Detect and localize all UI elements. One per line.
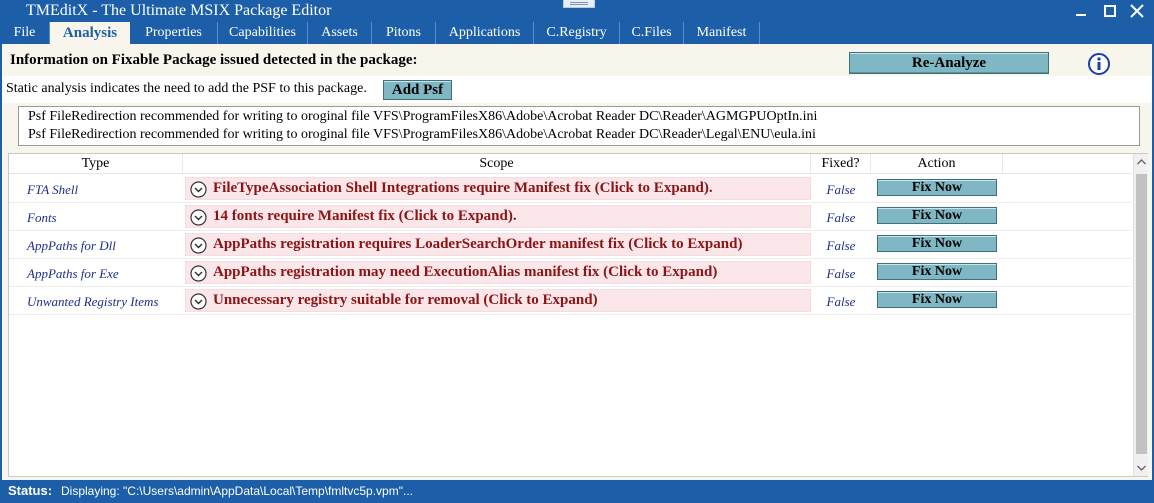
info-icon[interactable] — [1088, 53, 1110, 75]
chevron-down-icon[interactable] — [190, 293, 207, 310]
list-item: Psf FileRedirection recommended for writ… — [28, 127, 816, 142]
row-fixed: False — [826, 294, 856, 309]
row-scope-text: AppPaths registration may need Execution… — [213, 264, 718, 280]
row-type: Fonts — [27, 210, 57, 225]
tab-capabilities[interactable]: Capabilities — [218, 22, 308, 44]
row-scope-text: AppPaths registration requires LoaderSea… — [213, 236, 743, 252]
maximize-icon — [1104, 5, 1116, 17]
fix-now-button[interactable]: Fix Now — [877, 263, 997, 280]
status-text: Displaying: "C:\Users\admin\AppData\Loca… — [61, 484, 413, 498]
list-item: Psf FileRedirection recommended for writ… — [28, 109, 818, 124]
tab-c-registry[interactable]: C.Registry — [534, 22, 620, 44]
minimize-icon — [1076, 14, 1086, 16]
row-type: FTA Shell — [27, 182, 79, 197]
table-row[interactable]: AppPaths for Dll AppPaths registration r… — [9, 231, 1131, 259]
analysis-panel: Information on Fixable Package issued de… — [2, 44, 1152, 480]
table-row[interactable]: AppPaths for Exe AppPaths registration m… — [9, 259, 1131, 287]
column-header-fixed[interactable]: Fixed? — [811, 154, 871, 174]
chevron-down-icon[interactable] — [190, 265, 207, 282]
close-button[interactable] — [1124, 0, 1150, 22]
tab-bar: File Analysis Properties Capabilities As… — [0, 22, 1154, 44]
tab-pitons[interactable]: Pitons — [372, 22, 436, 44]
add-psf-button[interactable]: Add Psf — [383, 80, 452, 100]
psf-recommendation-list[interactable]: Psf FileRedirection recommended for writ… — [18, 106, 1140, 146]
chevron-down-icon[interactable] — [190, 181, 207, 198]
row-type: Unwanted Registry Items — [27, 294, 159, 309]
window-title: TMEditX - The Ultimate MSIX Package Edit… — [26, 2, 332, 19]
row-fixed: False — [826, 210, 856, 225]
row-scope-text: FileTypeAssociation Shell Integrations r… — [213, 180, 713, 196]
chevron-down-icon[interactable] — [190, 209, 207, 226]
row-scope[interactable]: AppPaths registration may need Execution… — [185, 261, 811, 284]
tab-assets[interactable]: Assets — [308, 22, 372, 44]
row-scope-text: Unnecessary registry suitable for remova… — [213, 292, 598, 308]
row-scope[interactable]: 14 fonts require Manifest fix (Click to … — [185, 205, 811, 228]
row-scope[interactable]: Unnecessary registry suitable for remova… — [185, 289, 811, 312]
maximize-button[interactable] — [1096, 0, 1122, 22]
minimize-button[interactable] — [1068, 0, 1094, 22]
table-row[interactable]: Unwanted Registry Items Unnecessary regi… — [9, 287, 1131, 315]
row-scope[interactable]: AppPaths registration requires LoaderSea… — [185, 233, 811, 256]
fix-now-button[interactable]: Fix Now — [877, 235, 997, 252]
fix-now-button[interactable]: Fix Now — [877, 291, 997, 308]
table-row[interactable]: FTA Shell FileTypeAssociation Shell Inte… — [9, 175, 1131, 203]
fix-now-button[interactable]: Fix Now — [877, 207, 997, 224]
status-bar: Status: Displaying: "C:\Users\admin\AppD… — [0, 480, 1154, 503]
tab-file[interactable]: File — [0, 22, 50, 44]
fixups-grid: Type Scope Fixed? Action FTA Shell FileT… — [8, 153, 1148, 477]
static-analysis-row: Static analysis indicates the need to ad… — [2, 76, 1152, 103]
column-header-type[interactable]: Type — [9, 154, 183, 174]
row-scope[interactable]: FileTypeAssociation Shell Integrations r… — [185, 177, 811, 200]
info-heading: Information on Fixable Package issued de… — [10, 52, 418, 68]
tab-properties[interactable]: Properties — [130, 22, 218, 44]
column-header-action[interactable]: Action — [871, 154, 1003, 174]
tab-analysis[interactable]: Analysis — [50, 22, 130, 44]
vertical-scrollbar[interactable] — [1133, 154, 1148, 476]
close-icon — [1130, 4, 1144, 18]
table-row[interactable]: Fonts 14 fonts require Manifest fix (Cli… — [9, 203, 1131, 231]
chevron-down-icon[interactable] — [190, 237, 207, 254]
row-fixed: False — [826, 266, 856, 281]
scroll-up-icon[interactable] — [1134, 154, 1149, 170]
status-label: Status: — [8, 483, 53, 498]
column-header-scope[interactable]: Scope — [183, 154, 811, 174]
drag-grip-icon[interactable] — [563, 0, 595, 8]
scroll-down-icon[interactable] — [1134, 460, 1149, 476]
scrollbar-thumb[interactable] — [1136, 174, 1147, 454]
fix-now-button[interactable]: Fix Now — [877, 179, 997, 196]
title-bar: TMEditX - The Ultimate MSIX Package Edit… — [0, 0, 1154, 22]
row-type: AppPaths for Dll — [27, 238, 116, 253]
row-type: AppPaths for Exe — [27, 266, 119, 281]
row-fixed: False — [826, 182, 856, 197]
info-header: Information on Fixable Package issued de… — [2, 44, 1152, 75]
static-analysis-text: Static analysis indicates the need to ad… — [6, 81, 367, 96]
tab-manifest[interactable]: Manifest — [684, 22, 760, 44]
tab-applications[interactable]: Applications — [436, 22, 534, 44]
grid-header: Type Scope Fixed? Action — [9, 154, 1131, 174]
tab-c-files[interactable]: C.Files — [620, 22, 684, 44]
re-analyze-button[interactable]: Re-Analyze — [849, 52, 1049, 74]
row-fixed: False — [826, 238, 856, 253]
row-scope-text: 14 fonts require Manifest fix (Click to … — [213, 208, 517, 224]
